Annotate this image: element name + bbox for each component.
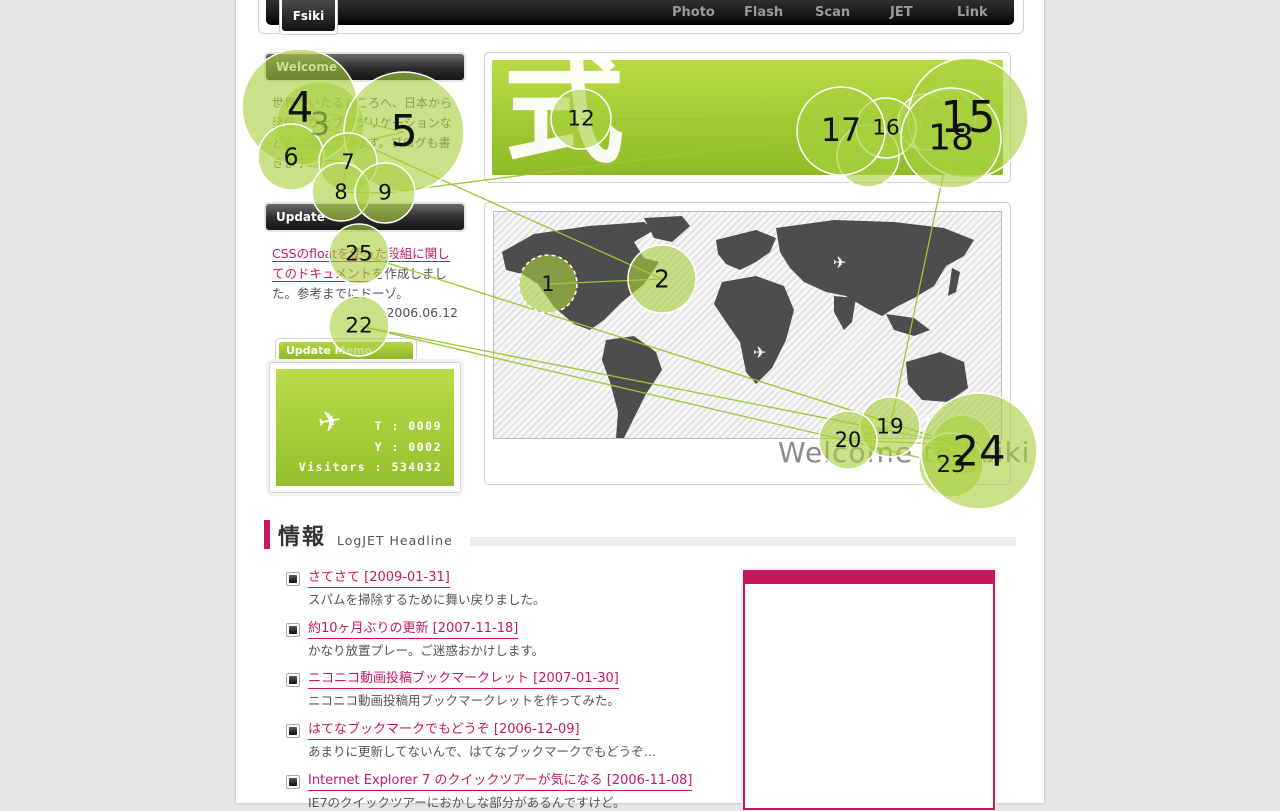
update-memo-rss-tab[interactable]: Update Memo RSS2.0 (275, 338, 417, 375)
bullet-icon (286, 673, 300, 687)
news-description: スパムを掃除するために舞い戻りました。 (308, 592, 546, 607)
news-link[interactable]: 約10ヶ月ぶりの更新 [2007-11-18] (308, 620, 519, 639)
hero-banner: 式 (484, 52, 1011, 183)
welcome-text: 世界がいたるところへ、日本から発信、ウェブアプリケーションなどを公開しています。… (272, 96, 453, 170)
africa-shape (714, 276, 794, 384)
bullet-icon (286, 775, 300, 789)
world-map-graphic (502, 216, 974, 438)
update-memo-rss-label: Update Memo RSS2.0 (279, 342, 413, 375)
welcome-heading: Welcome (266, 54, 464, 80)
news-link[interactable]: ニコニコ動画投稿ブックマークレット [2007-01-30] (308, 670, 619, 689)
airplane-icon: ✈ (315, 403, 345, 440)
bullet-icon (286, 623, 300, 637)
info-heading: 情報 (278, 525, 327, 550)
europe-shape (716, 230, 776, 270)
south-america-shape (602, 336, 662, 438)
update-date: 2006.06.12 (386, 305, 458, 320)
news-link[interactable]: Internet Explorer 7 のクイックツアーが気になる [2006-… (308, 772, 693, 791)
site-logo[interactable]: Fsiki (279, 0, 338, 35)
info-heading-rule (470, 537, 1016, 546)
site-logo-label: Fsiki (282, 0, 335, 31)
news-description: IE7のクイックツアーにおかしな部分があるんですけど。 (308, 795, 626, 810)
map-welcome-text: Welcome to Fsiki (778, 436, 1031, 469)
news-description: かなり放置プレー。ご迷惑おかけします。 (308, 643, 545, 658)
hero-kanji: 式 (504, 60, 624, 175)
nav-link[interactable]: Link (957, 5, 988, 20)
north-america-shape (502, 222, 659, 330)
info-heading-bar (264, 520, 270, 549)
southeast-asia-shape (886, 314, 930, 336)
news-description: あまりに更新してないんで、はてなブックマークでもどうぞ… (308, 744, 657, 759)
nav-photo[interactable]: Photo (672, 5, 715, 20)
australia-shape (906, 352, 968, 402)
bullet-icon (286, 572, 300, 586)
greenland-shape (644, 216, 690, 242)
news-link[interactable]: さてさて [2009-01-31] (308, 569, 450, 588)
airplane-icon: ✈ (833, 253, 847, 272)
nav-jet[interactable]: JET (890, 5, 913, 20)
airplane-icon: ✈ (753, 343, 767, 362)
counter-today: T : 0009 (374, 419, 442, 433)
news-description: ニコニコ動画投稿用ブックマークレットを作ってみた。 (308, 693, 620, 708)
airplane-icon: ✈ (921, 411, 935, 430)
side-content-box (743, 570, 995, 810)
world-map (493, 211, 1002, 439)
info-subheading: LogJET Headline (337, 533, 453, 548)
nav-scan[interactable]: Scan (815, 5, 850, 20)
side-content-box-header (745, 570, 993, 584)
visitor-counter: ✈ T : 0009 Y : 0002 Visitors : 534032 (269, 362, 461, 493)
bullet-icon (286, 724, 300, 738)
counter-panel: ✈ T : 0009 Y : 0002 Visitors : 534032 (276, 369, 454, 486)
update-text: CSSのfloatを使った段組に関してのドキュメントを作成しました。参考までにド… (272, 244, 458, 304)
nav-flash[interactable]: Flash (744, 5, 783, 20)
india-shape (834, 296, 856, 330)
news-link[interactable]: はてなブックマークでもどうぞ [2006-12-09] (308, 721, 580, 740)
counter-yesterday: Y : 0002 (374, 440, 442, 454)
japan-shape (948, 268, 960, 296)
counter-visitors: Visitors : 534032 (298, 460, 442, 474)
asia-shape (776, 220, 974, 316)
hero-banner-inner: 式 (492, 60, 1003, 175)
update-heading: Update (266, 204, 464, 230)
